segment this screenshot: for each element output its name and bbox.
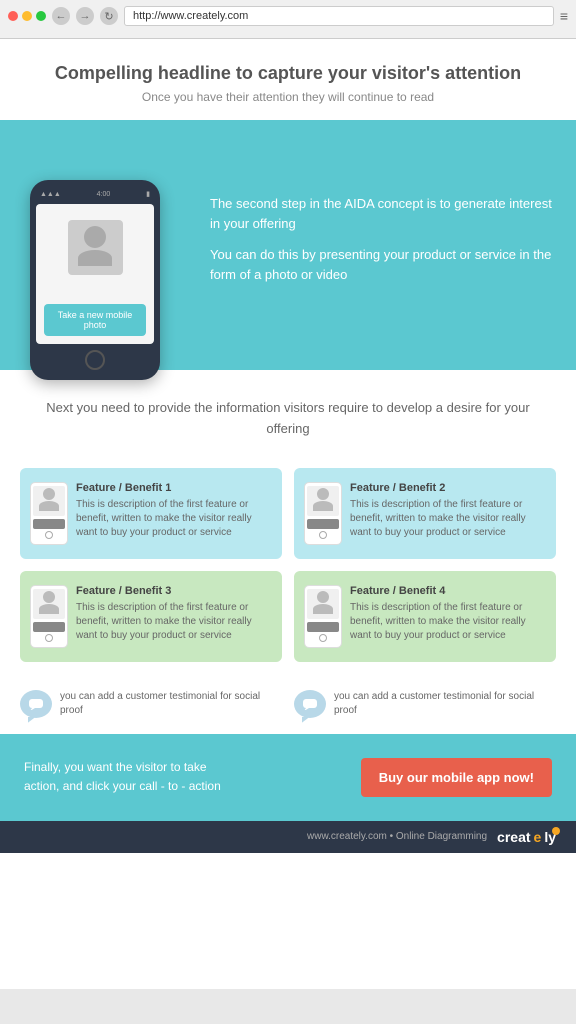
feature-phone-4 [304, 585, 342, 648]
feature-phone-keyboard-1 [33, 519, 65, 529]
footer-brand-text: www.creately.com • Online Diagramming [307, 831, 487, 842]
desire-text: Next you need to provide the information… [40, 398, 536, 440]
banner-text-2: You can do this by presenting your produ… [210, 245, 556, 284]
feature-text-4: Feature / Benefit 4 This is description … [350, 585, 546, 643]
feature-phone-screen-2 [307, 486, 339, 516]
phone-mockup: ▲▲▲ 4:00 ▮ Take a new mobile photo [30, 180, 160, 380]
maximize-button-dot[interactable] [36, 11, 46, 21]
hero-section: Compelling headline to capture your visi… [0, 39, 576, 120]
feature-card-2: Feature / Benefit 2 This is description … [294, 468, 556, 559]
testimonials-section: you can add a customer testimonial for s… [0, 674, 576, 734]
feature-phone-screen-4 [307, 589, 339, 619]
browser-chrome: ← → ↻ ≡ [0, 0, 576, 39]
feature-phone-home-4 [319, 634, 327, 642]
feature-phone-screen-3 [33, 589, 65, 619]
phone-battery-icon: ▮ [146, 190, 150, 198]
feature-phone-1 [30, 482, 68, 545]
testimonial-text-1: you can add a customer testimonial for s… [60, 690, 282, 718]
phone-top-bar: ▲▲▲ 4:00 ▮ [36, 188, 154, 200]
features-grid: Feature / Benefit 1 This is description … [0, 456, 576, 674]
feature-title-4: Feature / Benefit 4 [350, 585, 546, 597]
window-controls [8, 11, 46, 21]
banner-text: The second step in the AIDA concept is t… [200, 120, 576, 370]
cta-footer: Finally, you want the visitor to take ac… [0, 734, 576, 821]
feature-card-4: Feature / Benefit 4 This is description … [294, 571, 556, 662]
feature-text-3: Feature / Benefit 3 This is description … [76, 585, 272, 643]
feature-card-1: Feature / Benefit 1 This is description … [20, 468, 282, 559]
feature-phone-3 [30, 585, 68, 648]
creately-logo: creat e ly [497, 829, 560, 845]
page-content: Compelling headline to capture your visi… [0, 39, 576, 989]
testimonial-2: you can add a customer testimonial for s… [294, 690, 556, 718]
feature-phone-keyboard-3 [33, 622, 65, 632]
feature-phone-screen-1 [33, 486, 65, 516]
refresh-button[interactable]: ↻ [100, 7, 118, 25]
testimonial-1: you can add a customer testimonial for s… [20, 690, 282, 718]
creately-logo-text: creat [497, 829, 530, 845]
phone-avatar-placeholder [68, 220, 123, 275]
speech-bubble-icon-1 [20, 690, 52, 718]
feature-phone-keyboard-4 [307, 622, 339, 632]
back-button[interactable]: ← [52, 7, 70, 25]
feature-desc-1: This is description of the first feature… [76, 498, 272, 540]
testimonial-text-2: you can add a customer testimonial for s… [334, 690, 556, 718]
hero-headline: Compelling headline to capture your visi… [40, 63, 536, 84]
address-bar[interactable] [124, 6, 554, 26]
phone-screen: Take a new mobile photo [36, 204, 154, 344]
browser-nav: ← → ↻ [52, 7, 118, 25]
phone-container: ▲▲▲ 4:00 ▮ Take a new mobile photo [0, 120, 200, 370]
feature-desc-2: This is description of the first feature… [350, 498, 546, 540]
phone-signal-icon: ▲▲▲ [40, 191, 61, 198]
banner-text-1: The second step in the AIDA concept is t… [210, 194, 556, 233]
feature-title-2: Feature / Benefit 2 [350, 482, 546, 494]
feature-desc-4: This is description of the first feature… [350, 601, 546, 643]
blue-banner: ▲▲▲ 4:00 ▮ Take a new mobile photo [0, 120, 576, 370]
minimize-button-dot[interactable] [22, 11, 32, 21]
footer-bar: www.creately.com • Online Diagramming cr… [0, 821, 576, 853]
feature-phone-home-3 [45, 634, 53, 642]
feature-phone-2 [304, 482, 342, 545]
feature-phone-keyboard-2 [307, 519, 339, 529]
feature-phone-home-1 [45, 531, 53, 539]
hero-subtext: Once you have their attention they will … [40, 90, 536, 104]
feature-desc-3: This is description of the first feature… [76, 601, 272, 643]
phone-home-button[interactable] [85, 350, 105, 370]
cta-button[interactable]: Buy our mobile app now! [361, 758, 552, 797]
close-button-dot[interactable] [8, 11, 18, 21]
cta-left-text: Finally, you want the visitor to take ac… [24, 758, 224, 796]
feature-title-3: Feature / Benefit 3 [76, 585, 272, 597]
feature-text-2: Feature / Benefit 2 This is description … [350, 482, 546, 540]
feature-phone-home-2 [319, 531, 327, 539]
feature-text-1: Feature / Benefit 1 This is description … [76, 482, 272, 540]
desire-section: Next you need to provide the information… [0, 370, 576, 456]
menu-icon[interactable]: ≡ [560, 8, 568, 24]
speech-bubble-icon-2 [294, 690, 326, 718]
creately-logo-accent: e [534, 829, 542, 845]
feature-card-3: Feature / Benefit 3 This is description … [20, 571, 282, 662]
feature-title-1: Feature / Benefit 1 [76, 482, 272, 494]
phone-time: 4:00 [97, 191, 111, 198]
forward-button[interactable]: → [76, 7, 94, 25]
take-photo-button[interactable]: Take a new mobile photo [44, 304, 146, 336]
